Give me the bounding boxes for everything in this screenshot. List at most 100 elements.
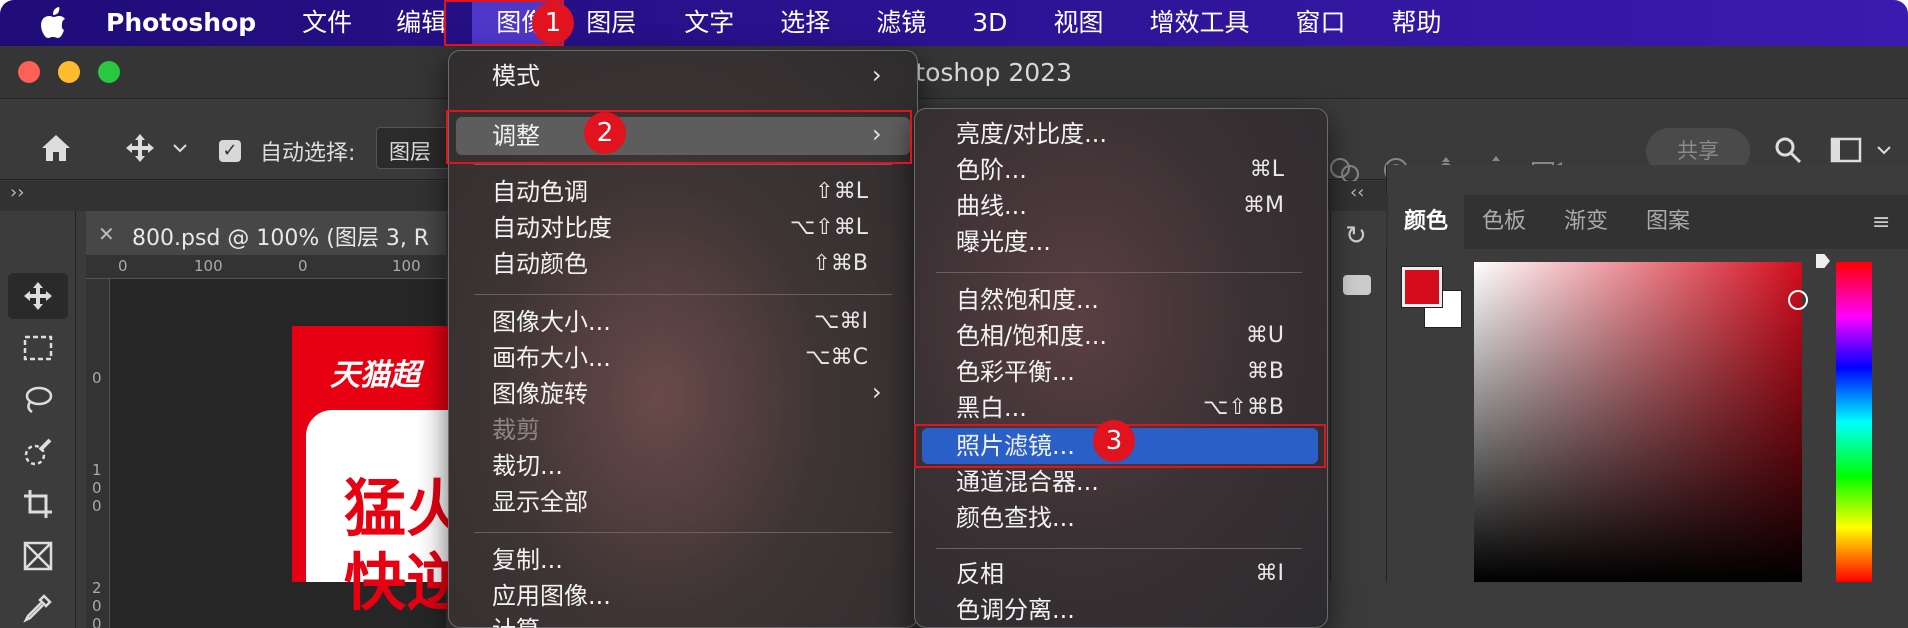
menu-item-auto-color[interactable]: 自动颜色 [492,248,588,280]
hue-slider[interactable] [1836,262,1872,582]
menu-separator [474,532,892,533]
menu-item-levels[interactable]: 色阶... [956,154,1027,186]
color-picker-field[interactable] [1474,262,1802,582]
history-icon[interactable]: ↻ [1345,221,1367,251]
close-window-button[interactable] [18,61,40,83]
move-tool-icon[interactable] [120,128,160,168]
eyedropper-tool-icon[interactable] [8,585,68,628]
mac-menubar: Photoshop 文件 编辑 图像 图层 文字 选择 滤镜 3D 视图 增效工… [0,0,1908,46]
document-tab-label: 800.psd @ 100% (图层 3, R [132,226,430,251]
menu-separator [936,548,1302,549]
workspace-chevron-icon[interactable] [1874,138,1894,162]
menu-item-posterize[interactable]: 色调分离... [956,594,1075,626]
shortcut-color-balance: ⌘B [1246,359,1284,384]
menu-item-image-rotation[interactable]: 图像旋转 [492,378,588,410]
menu-3d[interactable]: 3D [954,0,1025,46]
menu-item-reveal-all[interactable]: 显示全部 [492,486,588,518]
ruler-label: 0 [298,257,308,275]
comment-icon[interactable] [1343,275,1371,295]
ruler-label: 0 [118,257,128,275]
step-badge-1: 1 [532,2,574,44]
expand-panels-icon[interactable]: ›› [10,182,24,203]
menu-plugins[interactable]: 增效工具 [1131,0,1267,46]
menu-separator [474,164,892,165]
menu-item-curves[interactable]: 曲线... [956,190,1027,222]
menu-item-trim[interactable]: 裁切... [492,450,563,482]
menu-filter[interactable]: 滤镜 [858,0,944,46]
window-title: otoshop 2023 [900,58,1072,87]
shortcut-image-size: ⌥⌘I [814,309,868,334]
collapse-panels-icon[interactable]: ‹‹ [1350,182,1364,203]
vertical-ruler: 0 1 0 0 2 0 0 [86,279,110,628]
panel-menu-icon[interactable]: ≡ [1872,210,1890,235]
menu-item-black-white[interactable]: 黑白... [956,392,1027,424]
workspace-icon[interactable] [1826,130,1866,170]
auto-select-dropdown[interactable]: 图层 [376,127,450,169]
menu-file[interactable]: 文件 [284,0,370,46]
menu-view[interactable]: 视图 [1035,0,1121,46]
horizontal-ruler: 0 100 0 100 [86,255,446,279]
shortcut-invert: ⌘I [1255,561,1285,586]
submenu-arrow-icon: › [872,61,882,89]
menu-item-image-size[interactable]: 图像大小... [492,306,611,338]
menu-layer[interactable]: 图层 [568,0,654,46]
move-tool-icon[interactable] [8,273,68,319]
menu-item-invert[interactable]: 反相 [956,558,1004,590]
crop-tool-icon[interactable] [8,481,68,527]
menu-item-color-balance[interactable]: 色彩平衡... [956,356,1075,388]
menu-help[interactable]: 帮助 [1373,0,1459,46]
color-picker-cursor[interactable] [1788,290,1808,310]
menubar-app-name[interactable]: Photoshop [88,0,274,46]
submenu-arrow-icon: › [872,378,882,406]
chevron-down-icon[interactable] [170,136,190,160]
auto-select-checkbox[interactable]: ✓ [219,140,241,162]
quick-selection-tool-icon[interactable] [8,429,68,475]
step-badge-2: 2 [584,112,626,154]
title-bar: otoshop 2023 [0,46,1908,99]
home-icon[interactable] [36,128,76,168]
menu-type[interactable]: 文字 [666,0,752,46]
shortcut-levels: ⌘L [1249,157,1284,182]
tab-swatches[interactable]: 色板 [1466,195,1542,249]
menu-item-brightness-contrast[interactable]: 亮度/对比度... [956,118,1107,150]
menu-item-crop: 裁剪 [492,416,540,444]
ruler-label: 0 [92,369,102,387]
search-icon[interactable] [1768,130,1808,170]
shortcut-hue-saturation: ⌘U [1245,323,1284,348]
menu-separator [474,294,892,295]
foreground-color-swatch[interactable] [1402,267,1442,307]
menu-item-channel-mixer[interactable]: 通道混合器... [956,466,1099,498]
shortcut-curves: ⌘M [1243,193,1284,218]
menu-item-mode[interactable]: 模式 [492,60,540,92]
shortcut-auto-color: ⇧⌘B [812,251,868,276]
menu-separator [936,272,1302,273]
shortcut-auto-tone: ⇧⌘L [815,179,868,204]
menu-select[interactable]: 选择 [762,0,848,46]
ruler-label: 2 0 0 [92,579,102,628]
menu-item-duplicate[interactable]: 复制... [492,544,563,576]
menu-item-color-lookup[interactable]: 颜色查找... [956,502,1075,534]
menu-item-apply-image[interactable]: 应用图像... [492,580,611,612]
shortcut-canvas-size: ⌥⌘C [805,345,868,370]
minimize-window-button[interactable] [58,61,80,83]
frame-tool-icon[interactable] [8,533,68,579]
ruler-label: 100 [392,257,421,275]
marquee-tool-icon[interactable] [8,325,68,371]
ruler-label: 1 0 0 [92,461,102,515]
menu-item-auto-tone[interactable]: 自动色调 [492,176,588,208]
zoom-window-button[interactable] [98,61,120,83]
tab-gradients[interactable]: 渐变 [1548,195,1624,249]
tab-patterns[interactable]: 图案 [1630,195,1706,249]
menu-item-hue-saturation[interactable]: 色相/饱和度... [956,320,1107,352]
shortcut-black-white: ⌥⇧⌘B [1203,395,1284,420]
menu-item-calculations[interactable]: 计算... [492,614,563,628]
tab-color[interactable]: 颜色 [1388,195,1465,249]
menu-item-exposure[interactable]: 曝光度... [956,226,1051,258]
apple-icon[interactable] [28,0,78,46]
menu-item-auto-contrast[interactable]: 自动对比度 [492,212,612,244]
lasso-tool-icon[interactable] [8,377,68,423]
menu-window[interactable]: 窗口 [1277,0,1363,46]
menu-item-canvas-size[interactable]: 画布大小... [492,342,611,374]
menu-item-vibrance[interactable]: 自然饱和度... [956,284,1099,316]
close-document-icon[interactable]: ✕ [98,222,115,246]
